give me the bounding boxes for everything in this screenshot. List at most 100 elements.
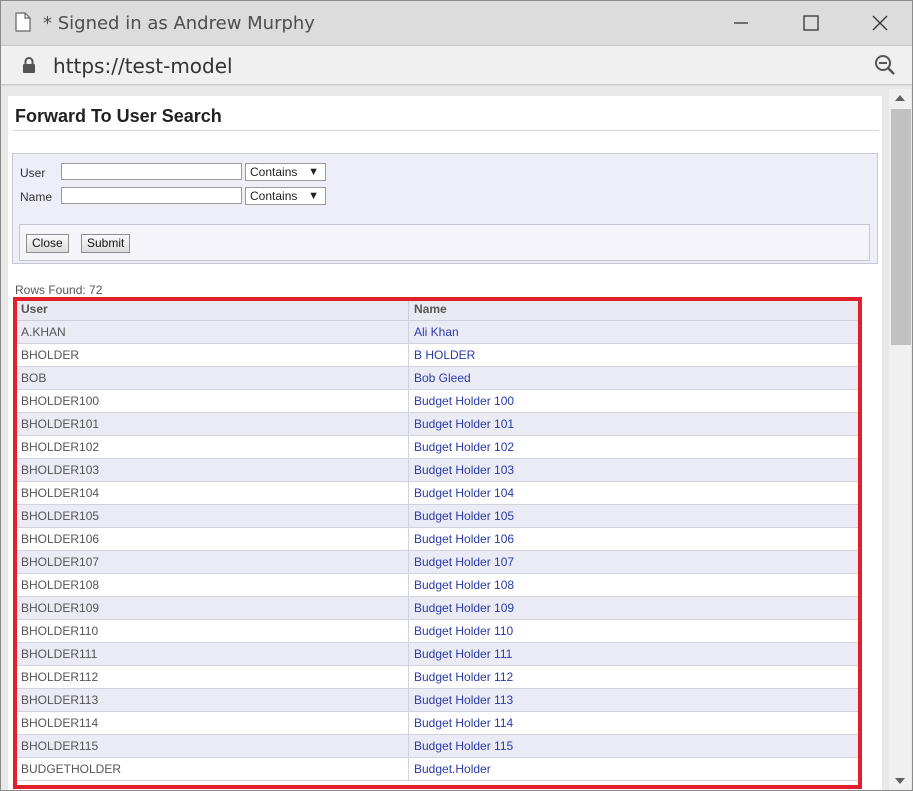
vertical-scrollbar[interactable] [889,89,911,790]
name-operator-select[interactable]: Contains ▼ [245,187,326,205]
name-link[interactable]: Budget Holder 107 [408,550,860,574]
rows-found-count: Rows Found: 72 [15,283,103,297]
table-row[interactable]: A.KHAN Ali Khan [15,320,860,344]
scroll-up-button[interactable] [889,89,911,107]
table-row[interactable]: BHOLDER113 Budget Holder 113 [15,688,860,712]
user-search-input[interactable] [61,163,242,180]
name-link[interactable]: Budget Holder 110 [408,619,860,643]
user-cell: BHOLDER [15,343,409,367]
user-cell: BHOLDER105 [15,504,409,528]
user-cell: BHOLDER106 [15,527,409,551]
name-link[interactable]: Ali Khan [408,320,860,344]
scroll-down-button[interactable] [889,772,911,790]
user-cell: BHOLDER104 [15,481,409,505]
name-link[interactable]: Budget Holder 111 [408,642,860,666]
scroll-up-arrow-icon [895,95,905,101]
name-link[interactable]: Budget Holder 105 [408,504,860,528]
user-operator-select[interactable]: Contains ▼ [245,163,326,181]
name-link[interactable]: Budget.Holder [408,757,860,781]
user-cell: BHOLDER109 [15,596,409,620]
dropdown-arrow-icon: ▼ [308,166,319,178]
user-cell: BUDGETHOLDER [15,757,409,781]
name-link[interactable]: Budget Holder 109 [408,596,860,620]
table-row[interactable]: BHOLDER114 Budget Holder 114 [15,711,860,735]
user-cell: BHOLDER113 [15,688,409,712]
name-label: Name [20,190,53,204]
user-label: User [20,166,46,180]
user-cell: BHOLDER102 [15,435,409,459]
user-operator-value: Contains [250,165,298,179]
table-row[interactable]: BHOLDER103 Budget Holder 103 [15,458,860,482]
user-cell: BHOLDER112 [15,665,409,689]
name-link[interactable]: Budget Holder 104 [408,481,860,505]
close-icon [872,15,888,31]
user-cell: BHOLDER111 [15,642,409,666]
table-row[interactable]: BHOLDER108 Budget Holder 108 [15,573,860,597]
name-link[interactable]: Budget Holder 108 [408,573,860,597]
user-cell: BHOLDER107 [15,550,409,574]
user-cell: BHOLDER108 [15,573,409,597]
table-row[interactable]: BHOLDER107 Budget Holder 107 [15,550,860,574]
name-link[interactable]: Budget Holder 115 [408,734,860,758]
scrollbar-thumb[interactable] [891,109,911,345]
name-link[interactable]: Budget Holder 106 [408,527,860,551]
table-row[interactable]: BHOLDER106 Budget Holder 106 [15,527,860,551]
maximize-icon [803,15,819,31]
name-search-input[interactable] [61,187,242,204]
table-row[interactable]: BHOLDER110 Budget Holder 110 [15,619,860,643]
close-button[interactable]: Close [26,234,69,253]
table-row[interactable]: BOB Bob Gleed [15,366,860,390]
table-row[interactable]: BHOLDER104 Budget Holder 104 [15,481,860,505]
page-content: Forward To User Search User Contains ▼ N… [8,96,882,790]
results-table: User Name A.KHAN Ali Khan BHOLDER B HOLDER B… [15,297,860,781]
table-row[interactable]: BHOLDER B HOLDER [15,343,860,367]
user-cell: A.KHAN [15,320,409,344]
title-bar: * Signed in as Andrew Murphy [1,1,912,45]
table-row[interactable]: BUDGETHOLDER Budget.Holder [15,757,860,781]
column-header-name[interactable]: Name [408,297,860,321]
table-row[interactable]: BHOLDER111 Budget Holder 111 [15,642,860,666]
name-link[interactable]: B HOLDER [408,343,860,367]
name-link[interactable]: Budget Holder 112 [408,665,860,689]
button-bar: Close Submit [19,224,870,261]
table-row[interactable]: BHOLDER101 Budget Holder 101 [15,412,860,436]
dropdown-arrow-icon: ▼ [308,190,319,202]
user-cell: BHOLDER114 [15,711,409,735]
address-bar: https://test-model [1,45,912,85]
name-link[interactable]: Budget Holder 100 [408,389,860,413]
page-viewport: Forward To User Search User Contains ▼ N… [1,86,912,790]
name-link[interactable]: Budget Holder 101 [408,412,860,436]
table-row[interactable]: BHOLDER105 Budget Holder 105 [15,504,860,528]
lock-icon [23,57,35,73]
minimize-button[interactable] [717,1,765,45]
table-row[interactable]: BHOLDER102 Budget Holder 102 [15,435,860,459]
table-row[interactable]: BHOLDER109 Budget Holder 109 [15,596,860,620]
table-row[interactable]: BHOLDER112 Budget Holder 112 [15,665,860,689]
name-link[interactable]: Budget Holder 114 [408,711,860,735]
search-panel: User Contains ▼ Name Contains ▼ Close Su… [12,153,878,264]
name-link[interactable]: Budget Holder 102 [408,435,860,459]
table-row[interactable]: BHOLDER100 Budget Holder 100 [15,389,860,413]
maximize-button[interactable] [787,1,835,45]
scroll-down-arrow-icon [895,778,905,784]
name-operator-value: Contains [250,189,298,203]
minimize-icon [734,22,748,24]
user-cell: BHOLDER103 [15,458,409,482]
url-text[interactable]: https://test-model [53,54,233,78]
window-title: * Signed in as Andrew Murphy [43,13,315,34]
title-divider [13,130,879,131]
page-title: Forward To User Search [15,106,222,126]
document-icon [15,12,31,32]
name-link[interactable]: Bob Gleed [408,366,860,390]
browser-window: * Signed in as Andrew Murphy https://tes… [0,0,913,791]
close-window-button[interactable] [856,1,904,45]
table-row[interactable]: BHOLDER115 Budget Holder 115 [15,734,860,758]
name-link[interactable]: Budget Holder 113 [408,688,860,712]
user-cell: BHOLDER100 [15,389,409,413]
user-cell: BHOLDER101 [15,412,409,436]
zoom-out-icon[interactable] [874,54,896,76]
name-link[interactable]: Budget Holder 103 [408,458,860,482]
submit-button[interactable]: Submit [81,234,131,253]
user-cell: BHOLDER115 [15,734,409,758]
column-header-user[interactable]: User [15,297,409,321]
